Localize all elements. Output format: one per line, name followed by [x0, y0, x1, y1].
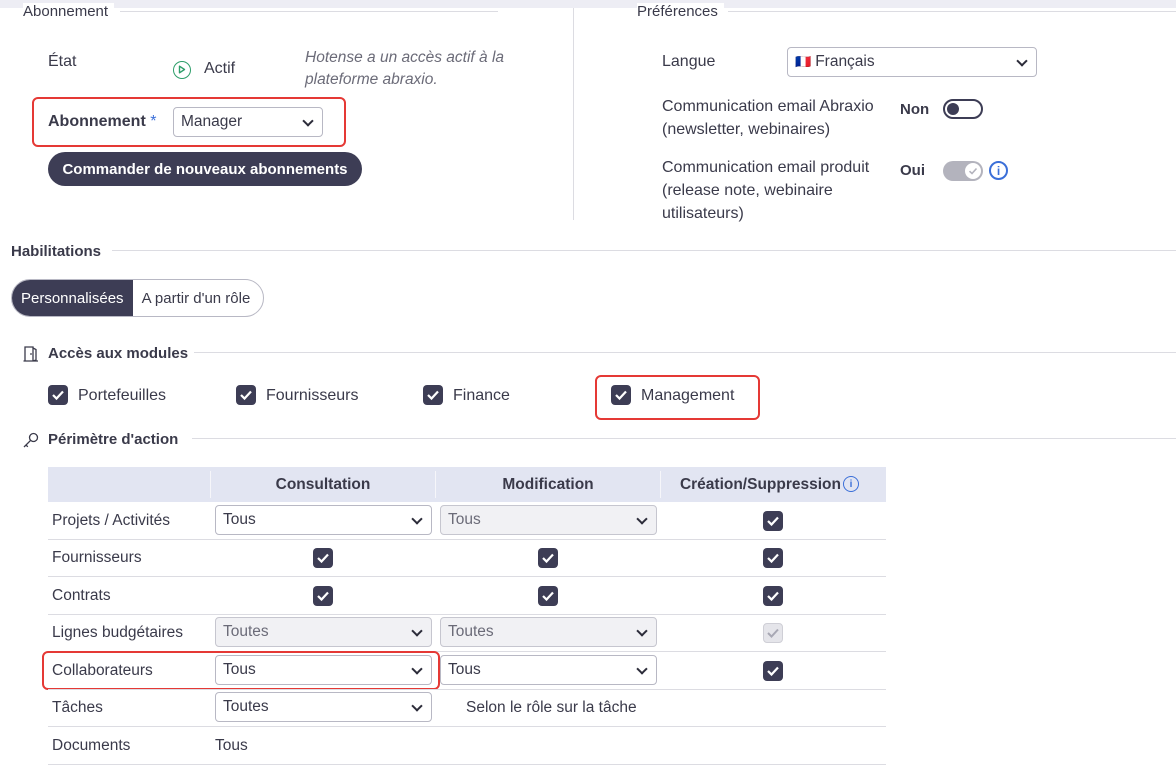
preferences-legend: Préférences: [637, 3, 724, 20]
lignes-consultation-select: Toutes: [215, 617, 432, 647]
taches-modification-text: Selon le rôle sur la tâche: [466, 699, 637, 716]
row-label-documents: Documents: [52, 737, 131, 754]
chevron-down-icon: [411, 513, 423, 525]
tab-from-role[interactable]: A partir d'un rôle: [133, 280, 260, 316]
scope-legend: Périmètre d'action: [48, 431, 185, 448]
scope-divider: [192, 438, 1176, 439]
section-divider: [573, 8, 574, 220]
newsletter-toggle[interactable]: [943, 99, 983, 119]
toggle-knob: [965, 163, 981, 179]
state-label: État: [48, 53, 77, 70]
abonnement-legend: Abonnement: [23, 3, 115, 20]
select-value: Tous: [448, 511, 481, 528]
product-email-toggle[interactable]: [943, 161, 983, 181]
toggle-knob: [947, 103, 959, 115]
order-subscriptions-button[interactable]: Commander de nouveaux abonnements: [48, 152, 362, 186]
row-divider: [48, 576, 886, 577]
chevron-down-icon: [411, 625, 423, 637]
language-select-value: Français: [815, 53, 875, 70]
chevron-down-icon: [411, 700, 423, 712]
select-value: Tous: [448, 661, 481, 678]
column-consultation: Consultation: [275, 476, 371, 493]
row-label-collaborateurs: Collaborateurs: [52, 662, 153, 679]
checkbox[interactable]: [423, 385, 443, 405]
select-value: Toutes: [448, 623, 494, 640]
info-icon[interactable]: i: [843, 476, 859, 492]
row-label-projets: Projets / Activités: [52, 512, 171, 529]
key-icon: [22, 431, 40, 454]
taches-consultation-select[interactable]: Toutes: [215, 692, 432, 722]
collaborateurs-creation-checkbox[interactable]: [763, 661, 783, 681]
row-divider: [48, 689, 886, 690]
chevron-down-icon: [636, 663, 648, 675]
chevron-down-icon: [636, 625, 648, 637]
row-label-taches: Tâches: [52, 699, 103, 716]
language-select[interactable]: 🇫🇷 Français: [787, 47, 1037, 77]
lignes-creation-checkbox: [763, 623, 783, 643]
row-divider: [48, 764, 886, 765]
module-label: Portefeuilles: [78, 387, 167, 404]
plan-label-text: Abonnement: [48, 113, 146, 130]
product-email-value: Oui: [900, 162, 925, 179]
collaborateurs-modification-select[interactable]: Tous: [440, 655, 657, 685]
info-icon[interactable]: i: [989, 161, 1008, 180]
checkbox[interactable]: [236, 385, 256, 405]
plan-label: Abonnement *: [48, 113, 156, 131]
habilitation-mode-tabs: Personnalisées A partir d'un rôle: [11, 279, 264, 317]
projets-consultation-select[interactable]: Tous: [215, 505, 432, 535]
chevron-down-icon: [1016, 55, 1028, 67]
fournisseurs-modification-checkbox[interactable]: [538, 548, 558, 568]
language-label: Langue: [662, 53, 716, 70]
newsletter-label: Communication email Abraxio (newsletter,…: [662, 98, 874, 138]
habilitations-legend: Habilitations: [11, 243, 108, 260]
abonnement-divider: [120, 11, 498, 12]
projets-creation-checkbox[interactable]: [763, 511, 783, 531]
contrats-creation-checkbox[interactable]: [763, 586, 783, 606]
required-mark: *: [150, 113, 157, 130]
play-circle-icon: [173, 61, 191, 79]
contrats-modification-checkbox[interactable]: [538, 586, 558, 606]
row-divider: [48, 539, 886, 540]
row-label-fournisseurs: Fournisseurs: [52, 549, 142, 566]
door-icon: [22, 345, 40, 368]
fournisseurs-creation-checkbox[interactable]: [763, 548, 783, 568]
row-label-contrats: Contrats: [52, 587, 111, 604]
select-value: Toutes: [223, 623, 269, 640]
documents-consultation-text: Tous: [215, 737, 248, 754]
row-divider: [48, 726, 886, 727]
projets-modification-select: Tous: [440, 505, 657, 535]
fournisseurs-consultation-checkbox[interactable]: [313, 548, 333, 568]
select-value: Tous: [223, 661, 256, 678]
select-value: Toutes: [223, 698, 269, 715]
habilitations-divider: [112, 250, 1176, 251]
contrats-consultation-checkbox[interactable]: [313, 586, 333, 606]
preferences-divider: [728, 11, 1176, 12]
modules-legend: Accès aux modules: [48, 345, 195, 362]
chevron-down-icon: [302, 115, 314, 127]
module-label: Finance: [453, 387, 510, 404]
flag-fr-icon: 🇫🇷: [795, 54, 812, 69]
column-creation: Création/Suppression: [679, 476, 841, 493]
module-label: Management: [641, 387, 735, 404]
state-value: Actif: [204, 60, 236, 77]
modules-divider: [192, 352, 1176, 353]
top-bar: [0, 0, 1176, 8]
newsletter-value: Non: [900, 101, 930, 118]
plan-select[interactable]: Manager: [173, 107, 323, 137]
module-label: Fournisseurs: [266, 387, 359, 404]
tab-personnalisees[interactable]: Personnalisées: [12, 280, 133, 316]
row-divider: [48, 614, 886, 615]
chevron-down-icon: [411, 663, 423, 675]
select-value: Tous: [223, 511, 256, 528]
plan-select-value: Manager: [181, 113, 243, 130]
chevron-down-icon: [636, 513, 648, 525]
lignes-modification-select: Toutes: [440, 617, 657, 647]
checkbox[interactable]: [611, 385, 631, 405]
column-modification: Modification: [502, 476, 594, 493]
checkbox[interactable]: [48, 385, 68, 405]
row-label-lignes-budgetaires: Lignes budgétaires: [52, 624, 183, 641]
collaborateurs-consultation-select[interactable]: Tous: [215, 655, 432, 685]
product-email-label: Communication email produit (release not…: [662, 159, 870, 222]
state-note: Hotense a un accès actif à la plateforme…: [305, 49, 505, 88]
